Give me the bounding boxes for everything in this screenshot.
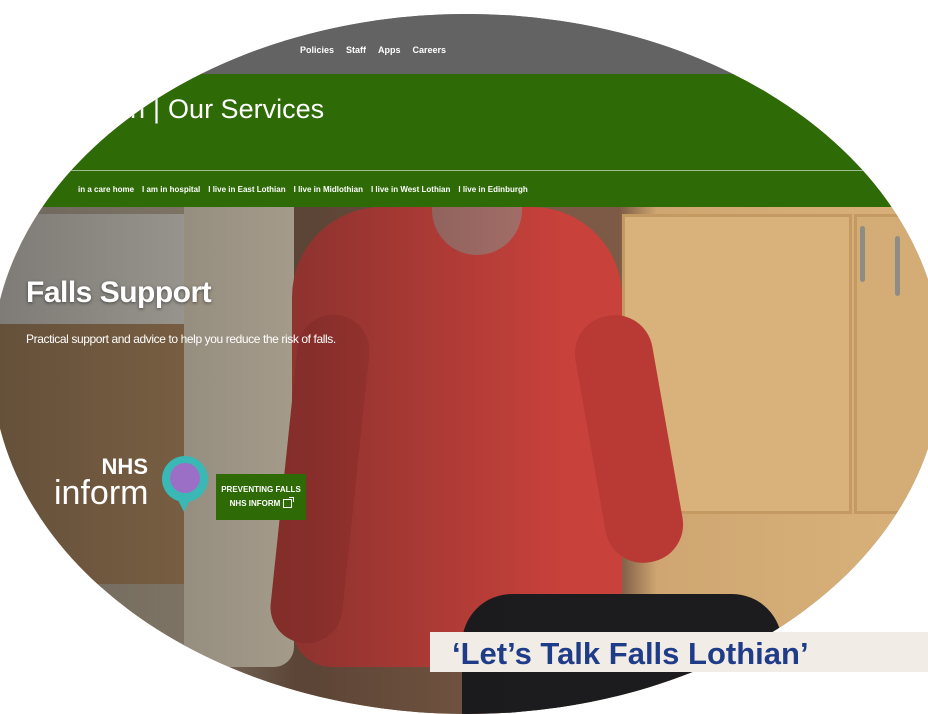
- audience-nav: in a care home I am in hospital I live i…: [78, 185, 528, 194]
- inform-logo-text: inform: [54, 474, 149, 512]
- brand-section: Our Services: [168, 94, 325, 124]
- nav-east-lothian[interactable]: I live in East Lothian: [208, 185, 285, 194]
- header-divider: [32, 170, 892, 171]
- nhs-inform-label: NHS INFORM: [229, 499, 281, 508]
- top-utility-bar: [0, 14, 928, 74]
- nhs-inform-link-line: NHS INFORM: [229, 497, 295, 511]
- preventing-falls-button[interactable]: PREVENTING FALLS NHS INFORM: [216, 474, 306, 520]
- top-nav-careers[interactable]: Careers: [413, 45, 447, 55]
- top-nav-apps[interactable]: Apps: [378, 45, 401, 55]
- brand-partial: ian: [109, 94, 146, 124]
- nav-midlothian[interactable]: I live in Midlothian: [294, 185, 363, 194]
- nhs-inform-logo[interactable]: NHS inform: [54, 454, 214, 524]
- top-nav-staff[interactable]: Staff: [346, 45, 366, 55]
- site-title[interactable]: ian | Our Services: [109, 94, 324, 125]
- top-nav: Policies Staff Apps Careers: [300, 45, 446, 55]
- nav-west-lothian[interactable]: I live in West Lothian: [371, 185, 450, 194]
- top-nav-policies[interactable]: Policies: [300, 45, 334, 55]
- brand-separator: |: [153, 94, 161, 124]
- screenshot-oval-frame: Policies Staff Apps Careers ian | Our Serv…: [0, 14, 928, 714]
- hero-subtitle: Practical support and advice to help you…: [26, 332, 336, 346]
- speech-bubble-tail: [176, 496, 192, 512]
- external-link-icon: [283, 497, 295, 509]
- nav-care-home[interactable]: in a care home: [78, 185, 134, 194]
- hero-title: Falls Support: [26, 276, 212, 309]
- nav-hospital[interactable]: I am in hospital: [142, 185, 200, 194]
- nav-edinburgh[interactable]: I live in Edinburgh: [458, 185, 527, 194]
- preventing-falls-label: PREVENTING FALLS: [221, 485, 301, 494]
